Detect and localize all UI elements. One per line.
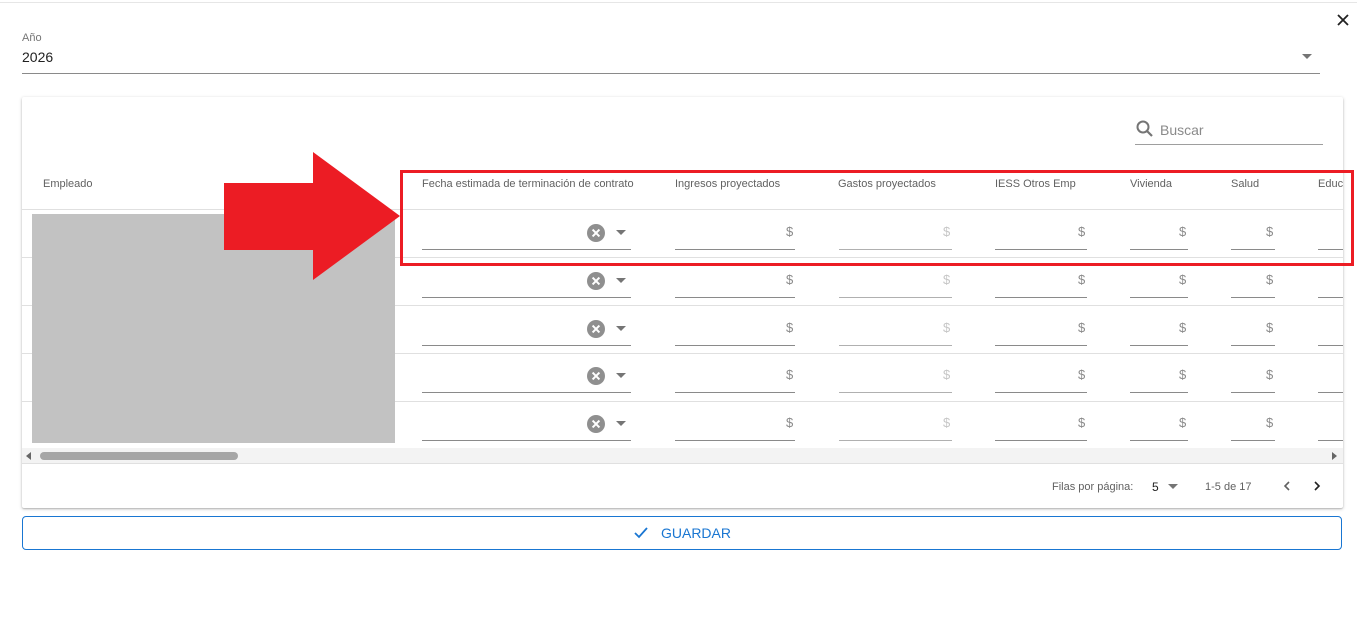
header-divider: [22, 209, 1343, 210]
amount-field-underline: [1231, 440, 1275, 441]
amount-field-underline: [675, 345, 795, 346]
scroll-right-icon[interactable]: [1332, 452, 1337, 460]
salud-input[interactable]: [1231, 312, 1275, 344]
rows-per-page-select[interactable]: 5: [1152, 480, 1159, 494]
ingresos-input[interactable]: [675, 407, 795, 439]
amount-field-underline: [1231, 345, 1275, 346]
date-field[interactable]: [422, 407, 631, 439]
vivienda-input[interactable]: [1130, 407, 1188, 439]
amount-field-underline: [1318, 345, 1343, 346]
iess-input[interactable]: [995, 312, 1087, 344]
vivienda-input[interactable]: [1130, 359, 1188, 391]
column-header-salud[interactable]: Salud: [1231, 178, 1259, 190]
date-field-underline: [422, 297, 631, 298]
save-button[interactable]: GUARDAR: [22, 516, 1342, 550]
amount-field-underline: [675, 297, 795, 298]
amount-field-underline: [839, 345, 952, 346]
amount-field-underline: [839, 297, 952, 298]
column-header-empleado[interactable]: Empleado: [43, 178, 93, 190]
dropdown-icon[interactable]: [1168, 484, 1178, 489]
search-icon: [1136, 120, 1153, 137]
column-header-educacion[interactable]: Educa: [1318, 178, 1343, 190]
amount-field-underline: [1318, 392, 1343, 393]
scroll-left-icon[interactable]: [26, 452, 31, 460]
rows-per-page-label: Filas por página:: [1052, 481, 1134, 493]
date-field-underline: [422, 440, 631, 441]
date-field-underline: [422, 392, 631, 393]
dropdown-icon[interactable]: [1302, 54, 1312, 59]
iess-input[interactable]: [995, 264, 1087, 296]
close-icon[interactable]: [1335, 12, 1351, 28]
column-header-iess[interactable]: IESS Otros Emp: [995, 178, 1076, 190]
amount-field-underline: [1130, 440, 1188, 441]
date-field[interactable]: [422, 359, 631, 391]
chevron-left-icon[interactable]: [1280, 479, 1294, 493]
vivienda-input[interactable]: [1130, 216, 1188, 248]
salud-input[interactable]: [1231, 216, 1275, 248]
amount-field-underline: [1231, 249, 1275, 250]
column-header-fecha[interactable]: Fecha estimada de terminación de contrat…: [422, 178, 634, 190]
iess-input[interactable]: [995, 407, 1087, 439]
amount-field-underline: [1231, 297, 1275, 298]
amount-field-underline: [1130, 297, 1188, 298]
salud-input[interactable]: [1231, 359, 1275, 391]
search-box[interactable]: [1135, 119, 1323, 145]
gastos-input[interactable]: [839, 407, 952, 439]
gastos-input[interactable]: [839, 359, 952, 391]
scrollbar-thumb[interactable]: [40, 452, 238, 460]
amount-field-underline: [995, 297, 1087, 298]
top-divider: [0, 2, 1357, 3]
amount-field-underline: [1130, 345, 1188, 346]
year-field-label: Año: [22, 32, 42, 44]
gastos-input[interactable]: [839, 264, 952, 296]
horizontal-scrollbar[interactable]: [22, 448, 1343, 463]
year-field-underline: [22, 73, 1320, 74]
amount-field-underline: [1318, 440, 1343, 441]
column-header-vivienda[interactable]: Vivienda: [1130, 178, 1172, 190]
salud-input[interactable]: [1231, 264, 1275, 296]
date-field[interactable]: [422, 216, 631, 248]
amount-field-underline: [995, 392, 1087, 393]
ingresos-input[interactable]: [675, 359, 795, 391]
amount-field-underline: [675, 249, 795, 250]
iess-input[interactable]: [995, 359, 1087, 391]
ingresos-input[interactable]: [675, 312, 795, 344]
redacted-employee-names: [32, 214, 395, 443]
amount-field-underline: [675, 440, 795, 441]
amount-field-underline: [995, 249, 1087, 250]
footer-divider: [22, 463, 1343, 464]
date-field-underline: [422, 345, 631, 346]
amount-field-underline: [675, 392, 795, 393]
search-underline: [1135, 144, 1323, 145]
amount-field-underline: [1318, 297, 1343, 298]
amount-field-underline: [1231, 392, 1275, 393]
date-field[interactable]: [422, 312, 631, 344]
column-header-gastos[interactable]: Gastos proyectados: [838, 178, 936, 190]
save-button-label: GUARDAR: [660, 525, 731, 541]
search-input[interactable]: [1160, 119, 1320, 141]
amount-field-underline: [839, 440, 952, 441]
gastos-input[interactable]: [839, 312, 952, 344]
iess-input[interactable]: [995, 216, 1087, 248]
salud-input[interactable]: [1231, 407, 1275, 439]
pagination-range: 1-5 de 17: [1205, 481, 1252, 493]
date-field[interactable]: [422, 264, 631, 296]
date-field-underline: [422, 249, 631, 250]
chevron-right-icon[interactable]: [1310, 479, 1324, 493]
vivienda-input[interactable]: [1130, 264, 1188, 296]
amount-field-underline: [839, 249, 952, 250]
vivienda-input[interactable]: [1130, 312, 1188, 344]
ingresos-input[interactable]: [675, 264, 795, 296]
ingresos-input[interactable]: [675, 216, 795, 248]
column-header-ingresos[interactable]: Ingresos proyectados: [675, 178, 780, 190]
amount-field-underline: [839, 392, 952, 393]
amount-field-underline: [1130, 249, 1188, 250]
amount-field-underline: [1130, 392, 1188, 393]
amount-field-underline: [1318, 249, 1343, 250]
amount-field-underline: [995, 440, 1087, 441]
year-select[interactable]: 2026: [22, 49, 53, 65]
gastos-input[interactable]: [839, 216, 952, 248]
amount-field-underline: [995, 345, 1087, 346]
check-icon: [634, 527, 648, 539]
